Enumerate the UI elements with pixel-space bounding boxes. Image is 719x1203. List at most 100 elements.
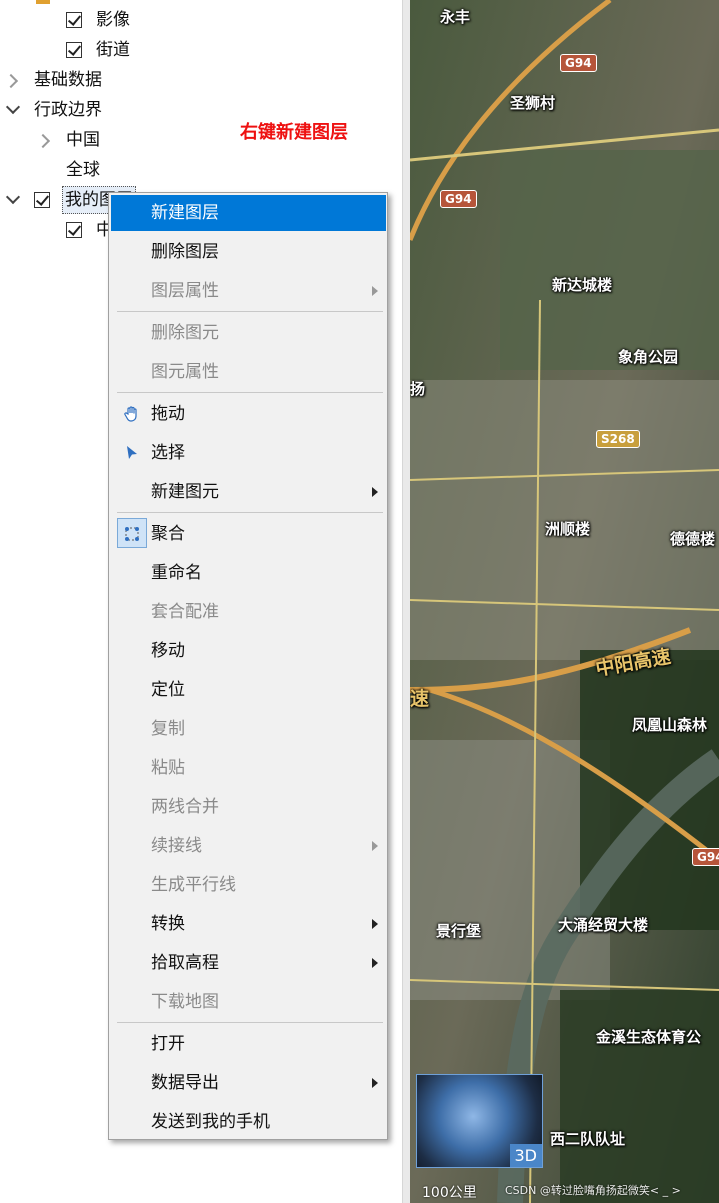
satellite-map[interactable]: 永丰 圣狮村 新达城楼 象角公园 扬 洲顺楼 德德楼 中阳高速 速 凤凰山森林 … [410, 0, 719, 1203]
tree-item-label: 中国 [66, 130, 100, 150]
menu-item-aggregate[interactable]: 聚合 [111, 516, 386, 552]
map-background [410, 0, 719, 1203]
map-label: 德德楼 [670, 530, 716, 548]
menu-item-label: 粘贴 [151, 758, 185, 778]
highway-shield: G94 [440, 190, 477, 208]
highway-shield: S268 [596, 430, 640, 448]
map-label: 圣狮村 [510, 94, 556, 112]
tree-item-label: 影像 [96, 10, 130, 30]
highway-shield: G94 [560, 54, 597, 72]
menu-item-export-data[interactable]: 数据导出 [111, 1065, 386, 1101]
menu-item-label: 删除图元 [151, 323, 219, 343]
menu-item-label: 拖动 [151, 404, 185, 424]
menu-item-merge-lines[interactable]: 两线合并 [111, 789, 386, 825]
menu-item-label: 打开 [151, 1034, 185, 1054]
menu-item-label: 聚合 [151, 524, 185, 544]
menu-item-label: 删除图层 [151, 242, 219, 262]
map-label: 景行堡 [436, 922, 482, 940]
menu-item-delete-feature[interactable]: 删除图元 [111, 315, 386, 351]
menu-item-label: 下载地图 [151, 992, 219, 1012]
tree-item-label: 行政边界 [34, 100, 102, 120]
pointer-arrow-icon [127, 446, 137, 459]
menu-item-label: 续接线 [151, 836, 202, 856]
menu-item-copy[interactable]: 复制 [111, 711, 386, 747]
menu-item-label: 复制 [151, 719, 185, 739]
globe-minimap[interactable]: 3D [416, 1074, 543, 1168]
tree-item-label: 街道 [96, 40, 130, 60]
tree-item-streets[interactable]: 街道 [0, 36, 400, 64]
context-menu: 新建图层 删除图层 图层属性 删除图元 图元属性 拖动 选择 新建图元 聚合 重… [108, 192, 388, 1140]
menu-item-new-layer[interactable]: 新建图层 [111, 195, 386, 231]
aggregate-icon [125, 527, 139, 541]
map-label: 新达城楼 [552, 276, 613, 294]
menu-item-drag[interactable]: 拖动 [111, 396, 386, 432]
menu-item-label: 发送到我的手机 [151, 1112, 270, 1132]
map-label: 速 [410, 688, 430, 710]
tree-item-global[interactable]: 全球 [0, 156, 230, 184]
tree-item-china[interactable]: 中国 [0, 126, 230, 154]
menu-item-label: 图元属性 [151, 362, 219, 382]
menu-item-registration[interactable]: 套合配准 [111, 594, 386, 630]
chevron-down-icon[interactable] [5, 189, 21, 205]
menu-item-layer-properties[interactable]: 图层属性 [111, 273, 386, 309]
menu-separator [117, 392, 383, 393]
tree-item-label: 基础数据 [34, 70, 102, 90]
map-label: 凤凰山森林 [632, 716, 708, 734]
menu-item-convert[interactable]: 转换 [111, 906, 386, 942]
hand-icon [124, 406, 137, 422]
map-label: 象角公园 [618, 348, 679, 366]
menu-item-label: 数据导出 [151, 1073, 219, 1093]
menu-item-open[interactable]: 打开 [111, 1026, 386, 1062]
map-label: 大涌经贸大楼 [558, 916, 649, 934]
layer-color-swatch [36, 0, 50, 4]
checkbox-my-layers[interactable] [34, 192, 50, 208]
menu-item-label: 定位 [151, 680, 185, 700]
menu-item-label: 选择 [151, 443, 185, 463]
checkbox-imagery[interactable] [66, 12, 82, 28]
menu-item-label: 移动 [151, 641, 185, 661]
tree-item-basic-data[interactable]: 基础数据 [0, 66, 400, 94]
menu-item-label: 重命名 [151, 563, 202, 583]
menu-item-label: 生成平行线 [151, 875, 236, 895]
menu-item-label: 拾取高程 [151, 953, 219, 973]
annotation-text: 右键新建图层 [240, 122, 348, 143]
map-scale: 100公里 [422, 1185, 477, 1201]
menu-item-new-feature[interactable]: 新建图元 [111, 474, 386, 510]
menu-item-label: 套合配准 [151, 602, 219, 622]
menu-item-send-to-phone[interactable]: 发送到我的手机 [111, 1104, 386, 1140]
submenu-arrow-icon [372, 487, 378, 497]
menu-item-parallel-line[interactable]: 生成平行线 [111, 867, 386, 903]
menu-item-continue-line[interactable]: 续接线 [111, 828, 386, 864]
menu-item-rename[interactable]: 重命名 [111, 555, 386, 591]
menu-item-pick-elevation[interactable]: 拾取高程 [111, 945, 386, 981]
menu-separator [117, 1022, 383, 1023]
menu-item-move[interactable]: 移动 [111, 633, 386, 669]
watermark: CSDN @转过脸嘴角扬起微笑< _ > [505, 1184, 681, 1197]
map-label: 金溪生态体育公 [596, 1028, 702, 1046]
checkbox-child[interactable] [66, 222, 82, 238]
submenu-arrow-icon [372, 286, 378, 296]
menu-item-delete-layer[interactable]: 删除图层 [111, 234, 386, 270]
3d-toggle-button[interactable]: 3D [509, 1144, 542, 1167]
map-label: 洲顺楼 [545, 520, 591, 538]
chevron-down-icon[interactable] [5, 99, 21, 115]
menu-separator [117, 512, 383, 513]
chevron-right-icon[interactable] [3, 73, 19, 89]
tree-item-imagery[interactable]: 影像 [0, 6, 400, 34]
tree-item-label: 全球 [66, 160, 100, 180]
menu-item-label: 图层属性 [151, 281, 219, 301]
chevron-right-icon[interactable] [35, 133, 51, 149]
menu-item-label: 新建图元 [151, 482, 219, 502]
menu-item-download-map[interactable]: 下载地图 [111, 984, 386, 1020]
submenu-arrow-icon [372, 841, 378, 851]
tree-item-child[interactable]: 中 [0, 216, 113, 244]
map-label: 扬 [410, 380, 426, 398]
menu-item-select[interactable]: 选择 [111, 435, 386, 471]
submenu-arrow-icon [372, 958, 378, 968]
menu-item-paste[interactable]: 粘贴 [111, 750, 386, 786]
menu-item-locate[interactable]: 定位 [111, 672, 386, 708]
checkbox-streets[interactable] [66, 42, 82, 58]
highway-shield: G94 [692, 848, 719, 866]
menu-item-feature-properties[interactable]: 图元属性 [111, 354, 386, 390]
submenu-arrow-icon [372, 919, 378, 929]
